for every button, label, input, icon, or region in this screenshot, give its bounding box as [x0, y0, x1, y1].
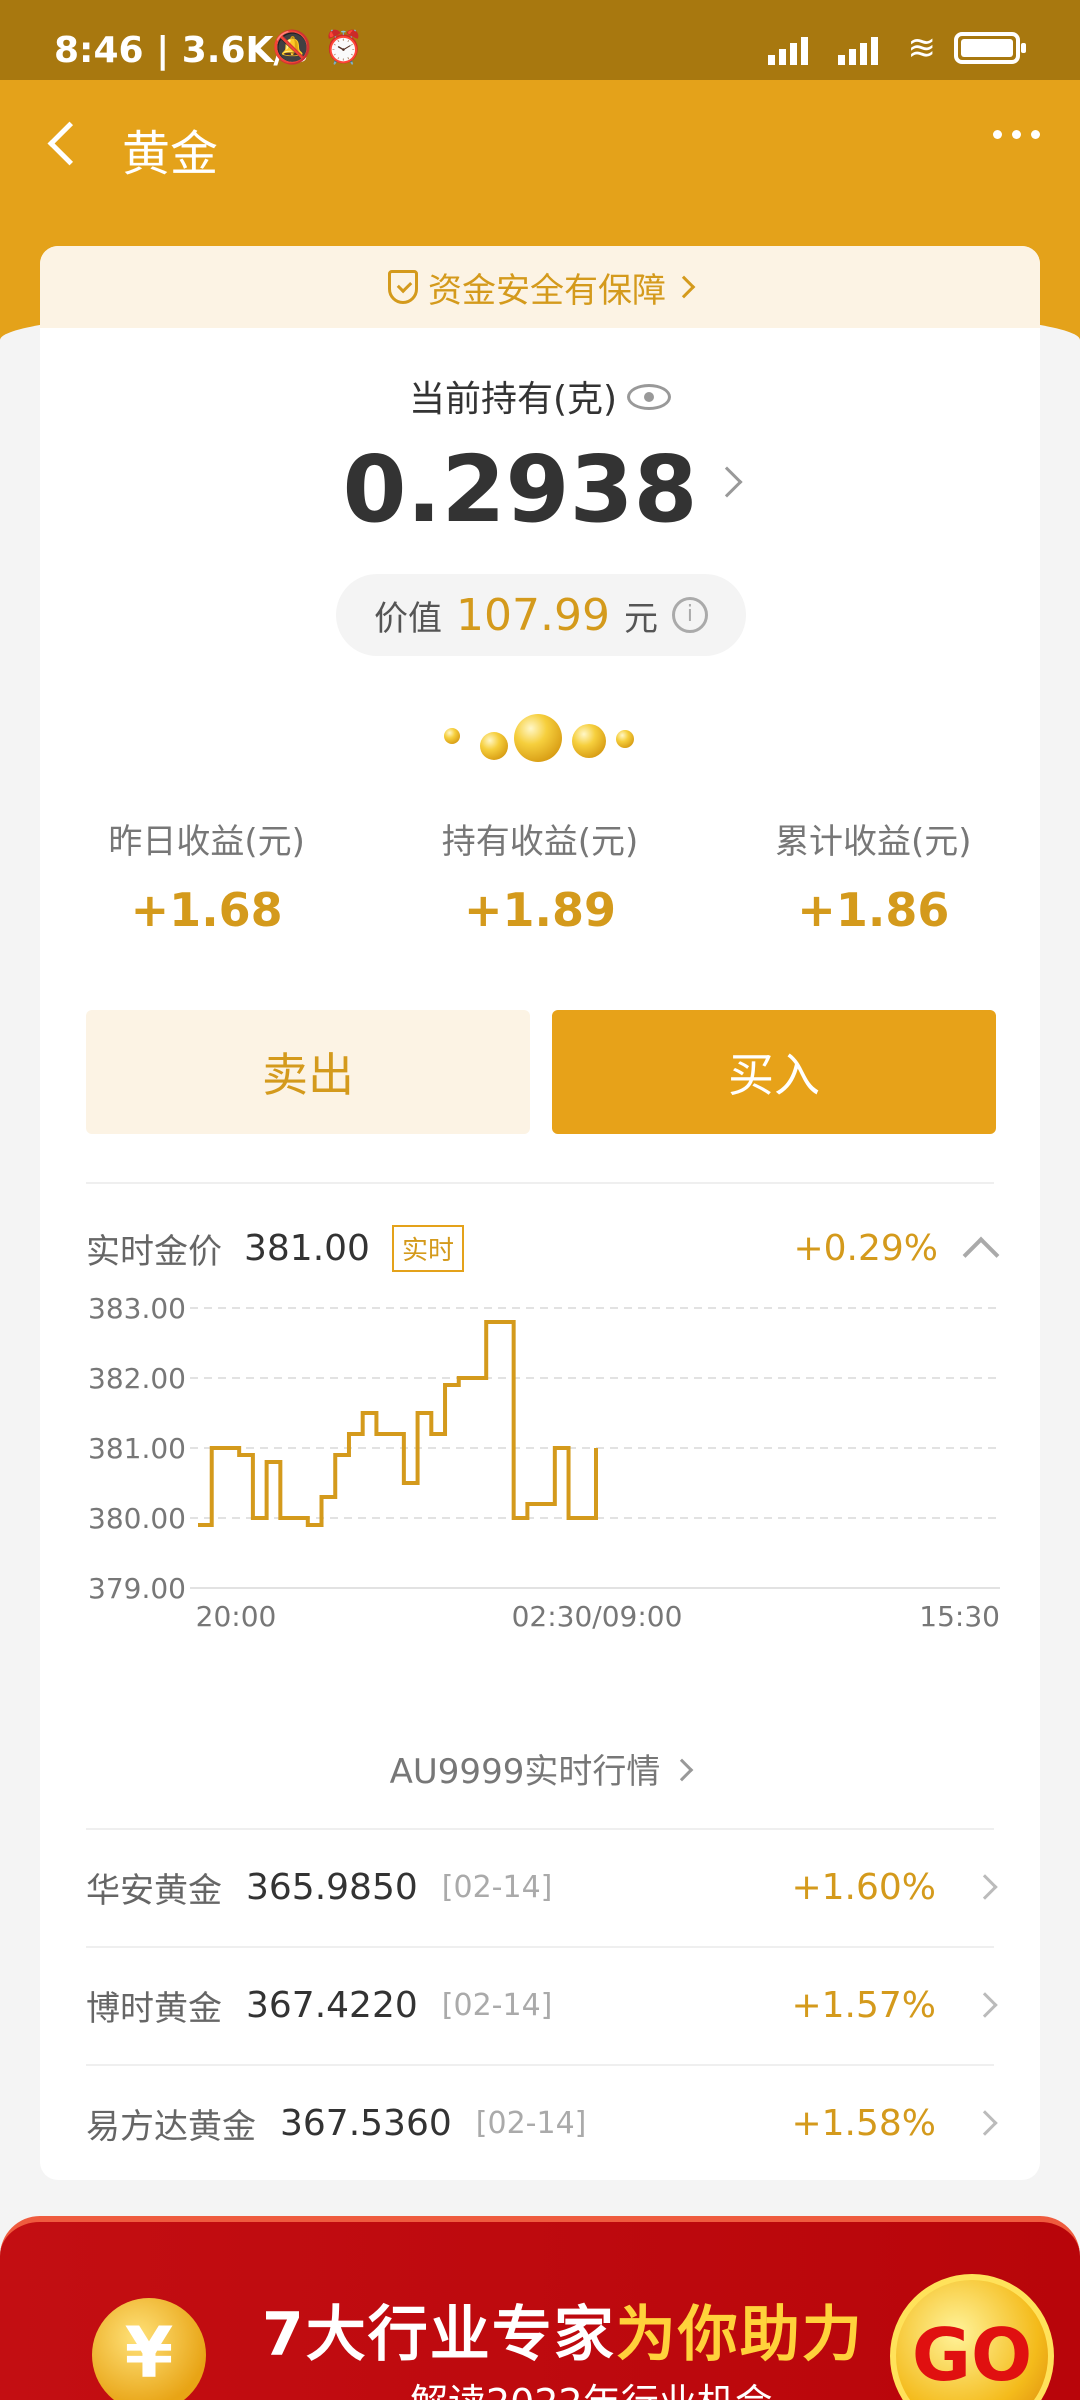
- au9999-label: AU9999实时行情: [389, 1752, 661, 1792]
- fund-change: +1.60%: [791, 1866, 936, 1908]
- chart-y-tick-label: 379.00: [88, 1572, 186, 1605]
- realtime-price: 381.00: [244, 1227, 370, 1269]
- chart-y-tick-label: 380.00: [88, 1502, 186, 1535]
- back-button[interactable]: [40, 110, 86, 180]
- chevron-right-icon: [671, 1758, 694, 1781]
- gold-bead: [480, 732, 508, 760]
- holding-card: 资金安全有保障 当前持有(克) 0.2938 价值 107.99 元 i 昨日收…: [40, 246, 1040, 2180]
- chart-series-line: [198, 1320, 598, 1527]
- alarm-icon: ⏰: [323, 28, 364, 66]
- banner-headline: 7大行业专家为你助力: [262, 2286, 864, 2373]
- safety-banner[interactable]: 资金安全有保障: [40, 246, 1040, 328]
- fund-date: [02-14]: [475, 2105, 587, 2141]
- divider: [86, 1182, 994, 1184]
- stat-label: 昨日收益(元): [108, 822, 305, 862]
- chart-y-tick-label: 383.00: [88, 1292, 186, 1325]
- chart-x-tick-label: 15:30: [919, 1600, 1000, 1633]
- signal-icon: [837, 31, 890, 65]
- fund-name: 博时黄金: [86, 1988, 222, 2029]
- stat-value: +1.68: [130, 883, 283, 937]
- banner-subtitle: 解读2022年行业机会: [410, 2372, 773, 2400]
- chart-x-tick-label: 20:00: [196, 1600, 277, 1633]
- stat-value: +1.86: [797, 883, 950, 937]
- stat-yesterday: 昨日收益(元) +1.68: [40, 814, 373, 937]
- status-bar: 8:46 | 3.6K/s 🔕 ⏰ ≋: [0, 0, 1080, 80]
- more-dot-icon: [1031, 130, 1040, 139]
- chevron-right-icon: [710, 466, 743, 498]
- battery-icon: [954, 32, 1026, 64]
- holding-label-row: 当前持有(克): [40, 370, 1040, 422]
- fund-row[interactable]: 博时黄金 367.4220 [02-14] +1.57%: [86, 1946, 998, 2064]
- page-title: 黄金: [122, 126, 219, 182]
- banner-headline-part2: 为你助力: [615, 2300, 864, 2370]
- status-right-icons: ≋: [767, 28, 1026, 68]
- au9999-link[interactable]: AU9999实时行情: [40, 1744, 1040, 1793]
- stat-cumulative: 累计收益(元) +1.86: [707, 814, 1040, 937]
- fund-name: 华安黄金: [86, 1870, 222, 1911]
- gold-bead: [514, 714, 562, 762]
- gold-bead: [572, 724, 606, 758]
- realtime-label: 实时金价: [86, 1231, 222, 1272]
- status-time: 8:46 | 3.6K/s: [54, 30, 309, 71]
- more-dot-icon: [993, 130, 1002, 139]
- wifi-icon: ≋: [907, 28, 937, 68]
- price-chart[interactable]: 383.00 382.00 381.00 380.00 379.00 20:00 02:30…: [40, 1286, 1040, 1633]
- mute-bell-icon: 🔕: [272, 28, 312, 66]
- status-icons: 🔕 ⏰: [272, 28, 364, 66]
- holding-value-pill: 价值 107.99 元 i: [336, 574, 746, 656]
- stat-value: +1.89: [463, 883, 617, 937]
- fund-row[interactable]: 易方达黄金 367.5360 [02-14] +1.58%: [86, 2064, 998, 2180]
- gold-bead: [444, 728, 460, 744]
- gold-beads-illustration: [40, 714, 1040, 784]
- chart-x-tick-label: 02:30/09:00: [512, 1600, 683, 1633]
- fund-price: 365.9850: [246, 1866, 418, 1908]
- banner-headline-part1: 7大行业专家: [262, 2300, 616, 2370]
- holding-grams-row[interactable]: 0.2938: [40, 436, 1040, 543]
- safety-text: 资金安全有保障: [428, 270, 666, 311]
- chevron-right-icon: [972, 2110, 998, 2136]
- gold-bead: [616, 730, 634, 748]
- fund-date: [02-14]: [441, 1869, 553, 1905]
- fund-date: [02-14]: [441, 1987, 553, 2023]
- fund-price: 367.5360: [280, 2102, 452, 2144]
- fund-change: +1.57%: [791, 1984, 936, 2026]
- yuan-coin-icon: ¥: [92, 2298, 206, 2400]
- chevron-up-icon[interactable]: [962, 1236, 1000, 1274]
- value-label: 价值: [374, 598, 443, 639]
- buy-button[interactable]: 买入: [552, 1010, 996, 1134]
- go-button[interactable]: GO: [890, 2274, 1054, 2400]
- holding-label: 当前持有(克): [408, 379, 618, 420]
- holding-grams: 0.2938: [342, 436, 698, 543]
- value-unit: 元: [623, 598, 658, 639]
- realtime-change: +0.29%: [793, 1227, 938, 1269]
- sell-button[interactable]: 卖出: [86, 1010, 530, 1134]
- realtime-price-row: 实时金价 381.00 实时 +0.29%: [86, 1218, 1000, 1278]
- chart-y-tick-label: 381.00: [88, 1432, 186, 1465]
- chart-y-tick-label: 382.00: [88, 1362, 186, 1395]
- stat-label: 持有收益(元): [441, 822, 639, 862]
- fund-price: 367.4220: [246, 1984, 418, 2026]
- stat-holding: 持有收益(元) +1.89: [373, 814, 706, 937]
- chevron-right-icon: [672, 275, 696, 299]
- price-chart-svg: 383.00 382.00 381.00 380.00 379.00 20:00 02:30…: [88, 1292, 1000, 1633]
- stat-label: 累计收益(元): [775, 822, 972, 862]
- value-amount: 107.99: [456, 589, 610, 641]
- chevron-right-icon: [972, 1992, 998, 2018]
- more-menu-button[interactable]: [993, 130, 1040, 139]
- earnings-stats: 昨日收益(元) +1.68 持有收益(元) +1.89 累计收益(元) +1.8…: [40, 814, 1040, 937]
- realtime-tag: 实时: [391, 1224, 464, 1272]
- signal-icon: [767, 31, 820, 65]
- chevron-right-icon: [972, 1874, 998, 1900]
- promo-banner[interactable]: ¥ 7大行业专家为你助力 解读2022年行业机会 GO: [0, 2216, 1080, 2400]
- more-dot-icon: [1012, 130, 1021, 139]
- fund-row[interactable]: 华安黄金 365.9850 [02-14] +1.60%: [86, 1828, 998, 1946]
- fund-change: +1.58%: [791, 2102, 936, 2144]
- fund-name: 易方达黄金: [86, 2106, 256, 2147]
- eye-icon[interactable]: [627, 384, 672, 410]
- info-icon[interactable]: i: [671, 597, 708, 633]
- shield-icon: [388, 270, 418, 304]
